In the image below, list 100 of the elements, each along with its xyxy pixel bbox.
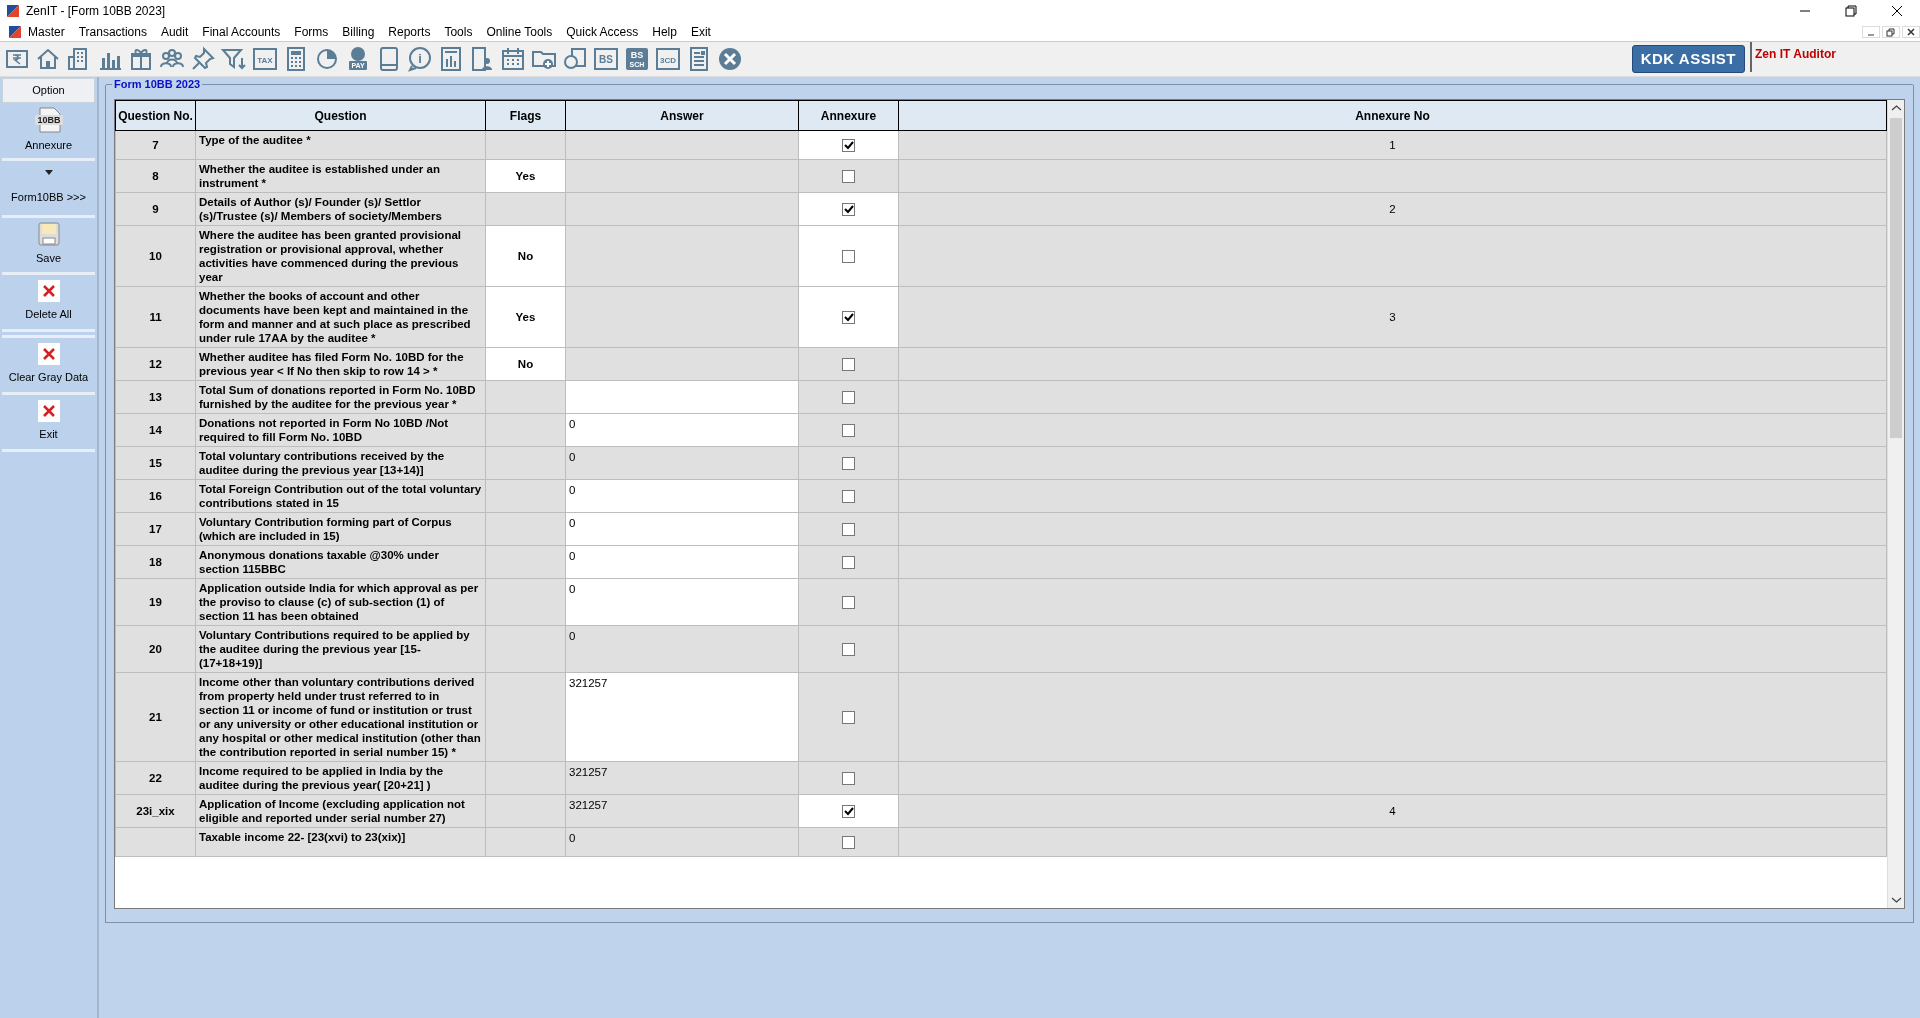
menu-item[interactable]: Quick Access	[560, 22, 647, 41]
answer-field[interactable]: 0	[565, 479, 799, 513]
column-header: Question No.	[115, 100, 196, 131]
checkbox[interactable]	[842, 250, 855, 264]
user-document-icon[interactable]	[469, 46, 495, 72]
checkbox[interactable]	[842, 139, 855, 153]
question-text: Application of Income (excluding application not eligible and reported under serial number 27)	[195, 794, 486, 828]
app-logo-icon	[8, 24, 22, 39]
answer-field[interactable]: 321257	[565, 672, 799, 762]
checkbox[interactable]	[842, 643, 855, 657]
answer-field[interactable]: 0	[565, 413, 799, 447]
checkbox[interactable]	[842, 596, 855, 610]
answer-field[interactable]: 0	[565, 545, 799, 579]
menu-item[interactable]: Reports	[382, 22, 439, 41]
annexure-number: 4	[898, 794, 1887, 828]
menu-item[interactable]: Tools	[438, 22, 481, 41]
answer-cell: 0	[565, 446, 799, 480]
question-text: Anonymous donations taxable @30% under section 115BBC	[195, 545, 486, 579]
window-title: ZenIT - [Form 10BB 2023]	[26, 3, 166, 20]
flag-field[interactable]: Yes	[485, 286, 566, 348]
pie-chart-icon[interactable]	[314, 46, 340, 72]
app-logo-icon	[6, 4, 20, 18]
scrollbar-thumb[interactable]	[1890, 118, 1902, 438]
menu-item[interactable]: Online Tools	[480, 22, 561, 41]
menu-item[interactable]: Audit	[154, 22, 197, 41]
menu-item[interactable]: Exit	[684, 22, 719, 41]
close-icon[interactable]	[1891, 5, 1903, 17]
gift-icon[interactable]	[128, 46, 154, 72]
menu-item[interactable]: Help	[646, 22, 685, 41]
delete-icon	[37, 280, 60, 303]
question-text: Taxable income 22- [23(xvi) to 23(xix)]	[195, 827, 486, 857]
answer-cell: 0	[565, 625, 799, 673]
restore-icon[interactable]	[1886, 26, 1896, 37]
caret-icon	[44, 169, 53, 175]
checkbox[interactable]	[842, 311, 855, 325]
question-text: Voluntary Contributions required to be applied by the auditee during the previous year [15-(17+18+19)]	[195, 625, 486, 673]
question-text: Total voluntary contributions received by the auditee during the previous year [13+14)]	[195, 446, 486, 480]
question-number: 7	[115, 130, 196, 160]
pushpin-icon[interactable]	[190, 46, 216, 72]
annexure-number: 2	[898, 192, 1887, 226]
report-icon[interactable]	[438, 46, 464, 72]
column-header: Question	[195, 100, 486, 131]
question-number: 18	[115, 545, 196, 579]
question-text: Income required to be applied in India by the auditee during the previous year( [20+21] )	[195, 761, 486, 795]
close-icon[interactable]	[1906, 26, 1916, 37]
menu-item[interactable]: Billing	[336, 22, 383, 41]
question-number: 8	[115, 159, 196, 193]
menu-item[interactable]: Forms	[288, 22, 337, 41]
checkbox[interactable]	[842, 203, 855, 217]
column-header: Flags	[485, 100, 566, 131]
labeled-tag-icon[interactable]: BS	[593, 46, 619, 72]
question-text: Whether the books of account and other documents have been kept and maintained in the form and manner and at such place as prescribed under rule 17AA by the auditee *	[195, 286, 486, 348]
delete-icon	[37, 400, 60, 423]
answer-field[interactable]: 0	[565, 578, 799, 626]
checkbox[interactable]	[842, 457, 855, 471]
restore-icon[interactable]	[1845, 5, 1857, 17]
assist-button[interactable]: KDK ASSIST	[1631, 44, 1745, 74]
refresh-document-icon[interactable]	[562, 46, 588, 72]
checkbox[interactable]	[842, 556, 855, 570]
question-number: 15	[115, 446, 196, 480]
answer-field[interactable]: 0	[565, 512, 799, 546]
checkbox[interactable]	[842, 358, 855, 372]
home-icon[interactable]	[35, 46, 61, 72]
answer-field[interactable]	[565, 380, 799, 414]
question-number: 23i_xix	[115, 794, 196, 828]
annexure-number: 3	[898, 286, 1887, 348]
question-text: Details of Author (s)/ Founder (s)/ Settlor (s)/Trustee (s)/ Members of society/Members	[195, 192, 486, 226]
question-number: 20	[115, 625, 196, 673]
flag-field[interactable]: No	[485, 347, 566, 381]
labeled-tag-icon[interactable]: 3CD	[655, 46, 681, 72]
question-number: 22	[115, 761, 196, 795]
menu-item[interactable]: Transactions	[72, 22, 155, 41]
checkbox[interactable]	[842, 523, 855, 537]
calendar-icon[interactable]	[500, 46, 526, 72]
checkbox[interactable]	[842, 711, 855, 725]
flag-field[interactable]: Yes	[485, 159, 566, 193]
info-icon[interactable]: i	[407, 46, 433, 72]
checkbox[interactable]	[842, 805, 855, 819]
checkbox[interactable]	[842, 170, 855, 184]
question-text: Whether the auditee is established under an instrument *	[195, 159, 486, 193]
menu-item[interactable]: Master	[22, 22, 73, 41]
checkbox[interactable]	[842, 772, 855, 786]
column-header: Answer	[565, 100, 799, 131]
delete-icon	[37, 343, 60, 366]
flag-field[interactable]: No	[485, 225, 566, 287]
annexure-number: 1	[898, 130, 1887, 160]
checkbox[interactable]	[842, 836, 855, 850]
question-text: Income other than voluntary contributions derived from property held under trust referred to in section 11 or income of fund or institution or trust or any university or other educational institution or any hospital or other medical institution (other than the contribution reported in serial number 15) *	[195, 672, 486, 762]
question-number: 9	[115, 192, 196, 226]
question-text: Total Foreign Contribution out of the total voluntary contributions stated in 15	[195, 479, 486, 513]
brand-label: Zen IT Auditor	[1750, 42, 1920, 72]
labeled-tag-icon[interactable]: TAX	[252, 46, 278, 72]
checkbox[interactable]	[842, 424, 855, 438]
menu-item[interactable]: Final Accounts	[196, 22, 289, 41]
checkbox[interactable]	[842, 391, 855, 405]
question-text: Where the auditee has been granted provisional registration or provisional approval, whether activities have commenced during the previous year	[195, 225, 486, 287]
column-header: Annexure	[798, 100, 899, 131]
question-number: 14	[115, 413, 196, 447]
checkbox[interactable]	[842, 490, 855, 504]
filter-icon[interactable]	[221, 46, 247, 72]
